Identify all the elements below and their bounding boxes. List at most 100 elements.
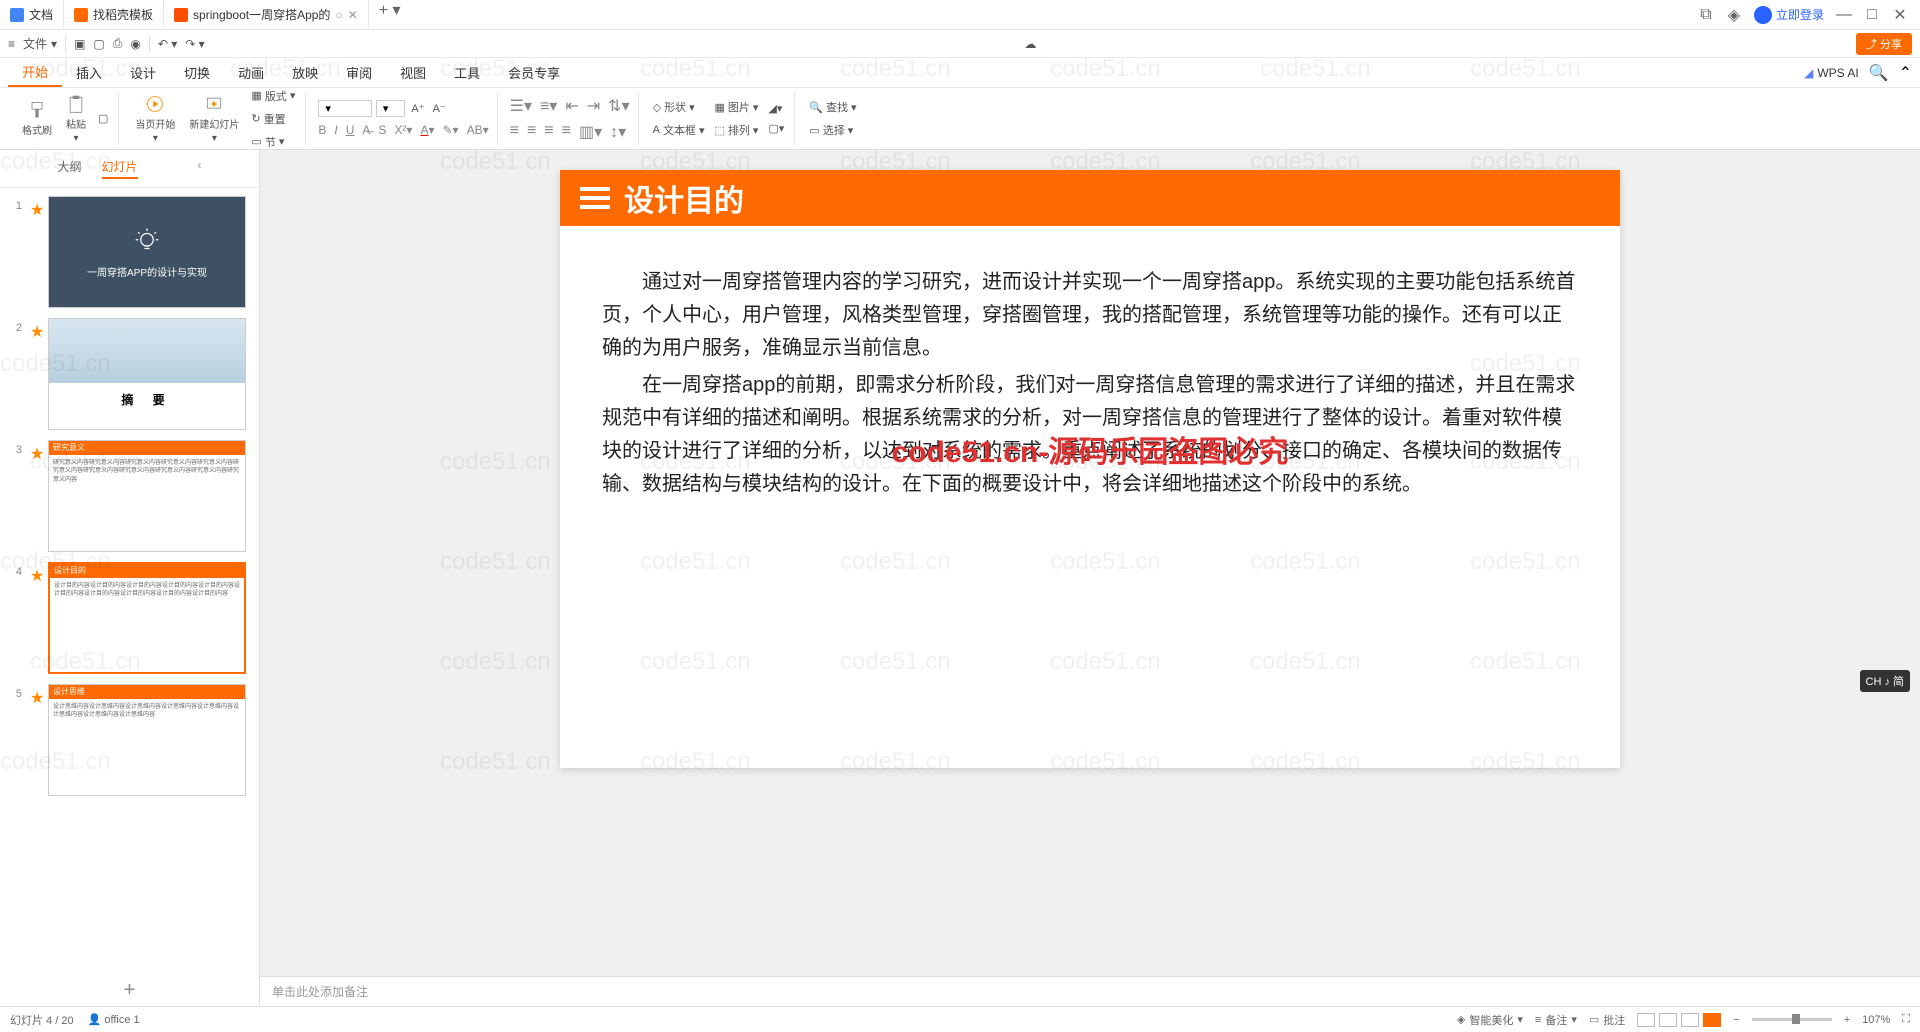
collapse-ribbon-icon[interactable]: ⌃ [1899,63,1912,83]
slide-thumbnail-5[interactable]: 设计思维 设计思维内容设计思维内容设计思维内容设计思维内容设计思维内容设计思维内… [48,684,246,796]
notes-pane[interactable]: 单击此处添加备注 [260,976,1920,1006]
current-slide[interactable]: 设计目的 通过对一周穿搭管理内容的学习研究，进而设计并实现一个一周穿搭app。系… [560,170,1620,768]
menu-slideshow[interactable]: 放映 [278,58,332,87]
align-left-icon[interactable]: ≡ [510,122,519,142]
close-window-icon[interactable]: ✕ [1892,7,1908,23]
maximize-icon[interactable]: □ [1864,7,1880,23]
slide-thumbnail-1[interactable]: 一周穿搭APP的设计与实现 [48,196,246,308]
bullet-list-icon[interactable]: ☰▾ [510,96,532,116]
redo-button[interactable]: ↷ ▾ [185,37,204,51]
menu-member[interactable]: 会员专享 [494,58,574,87]
menu-tools[interactable]: 工具 [440,58,494,87]
comment-button[interactable]: ▭ 批注 [1589,1012,1625,1028]
normal-view-icon[interactable] [1637,1013,1655,1027]
print-icon[interactable]: ⎙ [113,36,123,51]
login-button[interactable]: 立即登录 [1754,6,1824,24]
close-icon[interactable]: ✕ [348,8,358,22]
save-as-icon[interactable]: ▢ [93,37,104,51]
shape-button[interactable]: ◇ 形状▾ [651,97,707,117]
find-button[interactable]: 🔍 查找▾ [807,97,858,117]
zoom-in-button[interactable]: + [1844,1014,1850,1026]
sorter-view-icon[interactable] [1659,1013,1677,1027]
align-right-icon[interactable]: ≡ [544,122,553,142]
slides-tab[interactable]: 幻灯片 [102,158,138,179]
strikethrough-button[interactable]: A̶ [362,123,370,137]
window-restore-icon[interactable]: ⧉ [1698,7,1714,23]
ime-indicator[interactable]: CH ♪ 简 [1860,670,1911,692]
tab-menu-icon[interactable]: ○ [335,8,342,22]
add-slide-button[interactable]: + [0,975,259,1006]
menu-animation[interactable]: 动画 [224,58,278,87]
superscript-button[interactable]: X²▾ [394,123,412,137]
outline-tab[interactable]: 大纲 [57,158,81,179]
cube-icon[interactable]: ◈ [1726,7,1742,23]
collapse-panel-icon[interactable]: ‹ [198,158,202,179]
bold-button[interactable]: B [318,123,326,137]
fit-screen-icon[interactable]: ⛶ [1902,1013,1910,1026]
tab-documents[interactable]: 文档 [0,0,64,29]
slide-counter[interactable]: 幻灯片 4 / 20 [10,1012,74,1028]
number-list-icon[interactable]: ≡▾ [540,96,557,116]
decrease-indent-icon[interactable]: ⇤ [565,96,578,116]
section-button[interactable]: ▭ 节▾ [249,132,297,152]
font-size-select[interactable]: ▾ [376,100,406,117]
from-current-button[interactable]: 当页开始▾ [131,92,179,146]
underline-button[interactable]: U [346,123,355,137]
search-icon[interactable]: 🔍 [1869,63,1889,83]
tab-templates[interactable]: 找稻壳模板 [64,0,164,29]
line-spacing-icon[interactable]: ⇅▾ [608,96,629,116]
menu-design[interactable]: 设计 [116,58,170,87]
arrange-button[interactable]: ⬚ 排列▾ [712,120,760,140]
textbox-button[interactable]: A 文本框▾ [651,120,707,140]
highlight-button[interactable]: ✎▾ [442,123,458,137]
image-button[interactable]: ▦ 图片▾ [712,97,760,117]
minimize-icon[interactable]: — [1836,7,1852,23]
menu-insert[interactable]: 插入 [62,58,116,87]
strike-button[interactable]: S [378,123,386,137]
undo-button[interactable]: ↶ ▾ [158,37,177,51]
zoom-slider[interactable] [1752,1018,1832,1021]
menu-review[interactable]: 审阅 [332,58,386,87]
outline-icon[interactable]: ▢▾ [766,120,786,137]
zoom-out-button[interactable]: − [1733,1014,1739,1026]
reset-button[interactable]: ↻ 重置 [249,109,297,129]
font-color-button[interactable]: A▾ [420,123,434,137]
zoom-level[interactable]: 107% [1862,1014,1890,1026]
clear-format-button[interactable]: AB▾ [467,123,489,137]
file-menu[interactable]: 文件 ▾ [23,35,57,52]
font-family-select[interactable]: ▾ [318,100,372,117]
decrease-font-icon[interactable]: A⁻ [431,100,448,117]
share-button[interactable]: ⤴ 分享 [1856,33,1912,55]
menu-button[interactable]: ≡ [8,37,15,51]
menu-view[interactable]: 视图 [386,58,440,87]
reading-view-icon[interactable] [1681,1013,1699,1027]
slide-thumbnail-3[interactable]: 研究意义 研究意义内容研究意义内容研究意义内容研究意义内容研究意义内容研究意义内… [48,440,246,552]
copy-icon[interactable]: ▢ [96,110,110,127]
menu-home[interactable]: 开始 [8,58,62,87]
text-direction-icon[interactable]: ↕▾ [610,122,626,142]
justify-icon[interactable]: ≡ [562,122,571,142]
slide-thumbnail-4[interactable]: 设计目的 设计目的内容设计目的内容设计目的内容设计目的内容设计目的内容设计目的内… [48,562,246,674]
fill-icon[interactable]: ◢▾ [766,100,786,117]
select-button[interactable]: ▭ 选择▾ [807,120,858,140]
menu-transition[interactable]: 切换 [170,58,224,87]
format-painter-button[interactable]: 格式刷 [18,98,56,139]
increase-indent-icon[interactable]: ⇥ [587,96,600,116]
zoom-handle[interactable] [1792,1014,1800,1024]
columns-icon[interactable]: ▥▾ [579,122,602,142]
wps-ai-button[interactable]: ◢WPS AI [1804,66,1859,80]
beautify-button[interactable]: ◈ 智能美化▾ [1457,1012,1523,1028]
align-center-icon[interactable]: ≡ [527,122,536,142]
cloud-icon[interactable]: ☁ [1024,37,1036,51]
add-tab-button[interactable]: + ▾ [369,0,411,29]
notes-toggle[interactable]: ≡ 备注▾ [1535,1012,1577,1028]
layout-button[interactable]: ▦ 版式▾ [249,86,297,106]
increase-font-icon[interactable]: A⁺ [409,100,426,117]
slide-canvas[interactable]: 设计目的 通过对一周穿搭管理内容的学习研究，进而设计并实现一个一周穿搭app。系… [260,150,1920,976]
slideshow-view-icon[interactable] [1703,1013,1721,1027]
slide-thumbnail-2[interactable]: 摘 要 [48,318,246,430]
new-slide-button[interactable]: 新建幻灯片▾ [185,92,243,146]
tab-current[interactable]: springboot一周穿搭App的○✕ [164,0,369,29]
print-preview-icon[interactable]: ◉ [130,37,140,51]
paste-button[interactable]: 粘贴▾ [62,92,90,146]
